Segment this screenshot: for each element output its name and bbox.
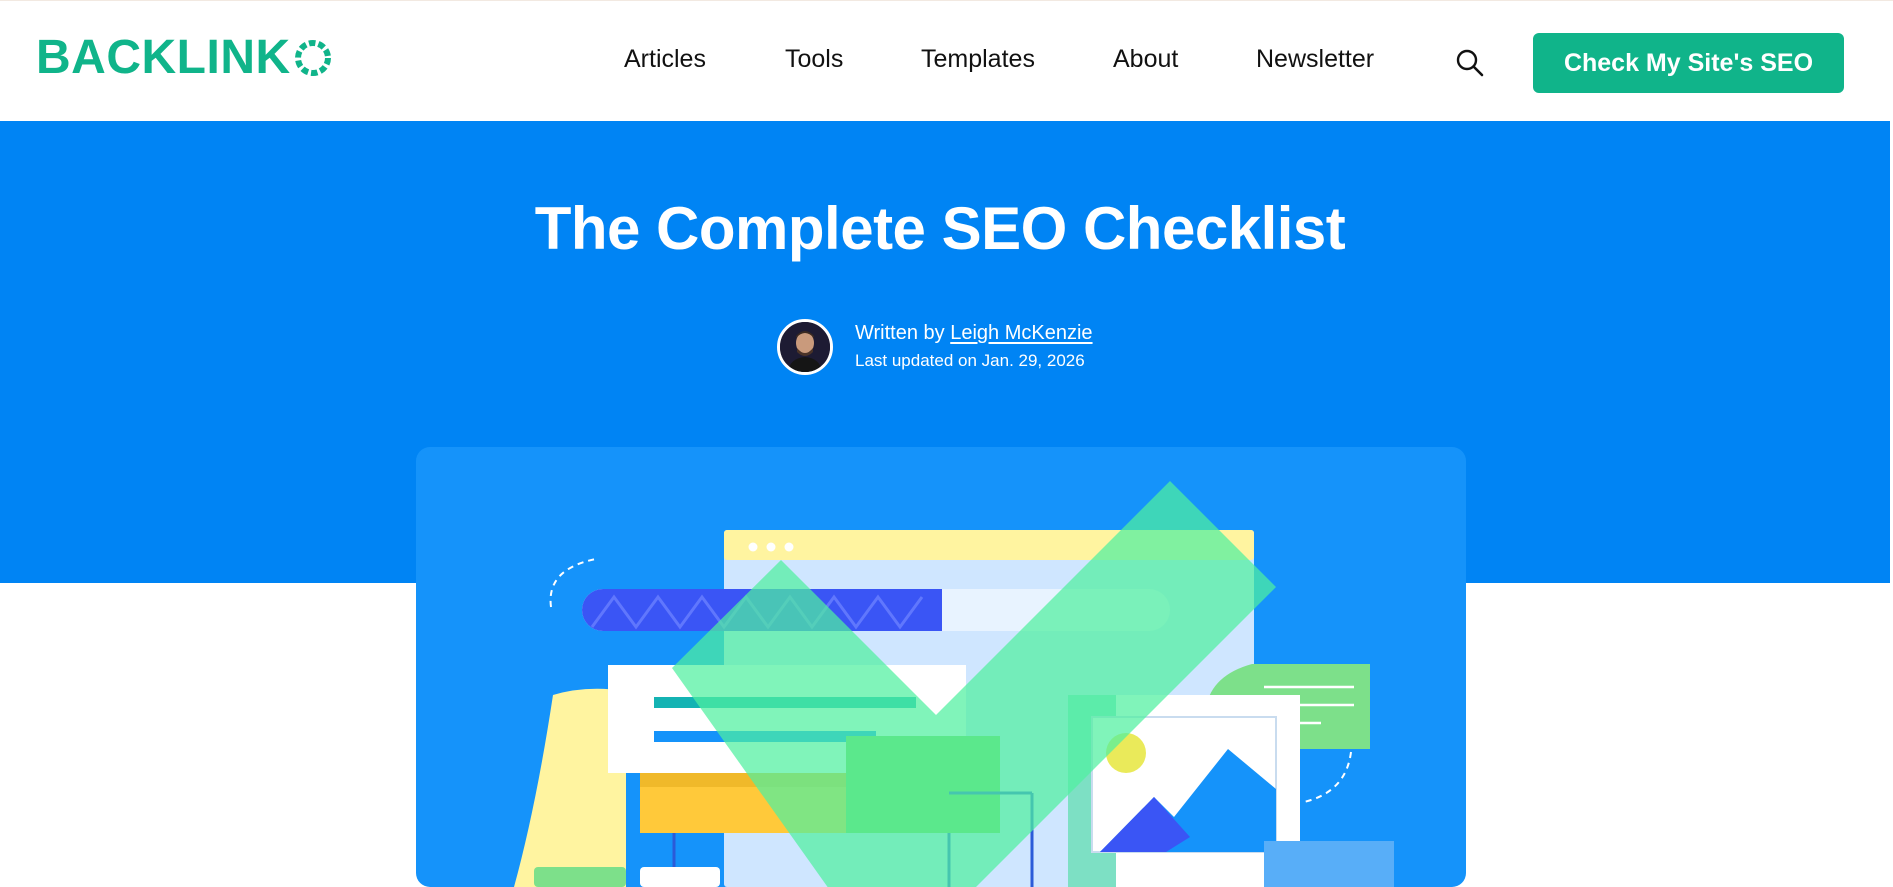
check-my-site-seo-button[interactable]: Check My Site's SEO bbox=[1533, 33, 1844, 93]
search-icon bbox=[1456, 49, 1484, 77]
author-photo bbox=[780, 322, 830, 372]
nav-articles[interactable]: Articles bbox=[624, 45, 706, 74]
author-avatar[interactable] bbox=[777, 319, 833, 375]
nav-about[interactable]: About bbox=[1113, 45, 1178, 74]
written-by-line: Written by Leigh McKenzie bbox=[855, 320, 1093, 346]
nav-newsletter[interactable]: Newsletter bbox=[1256, 45, 1374, 74]
backlinko-logo[interactable]: BACKLINK bbox=[36, 31, 333, 84]
logo-o-icon bbox=[294, 40, 331, 76]
author-name-link[interactable]: Leigh McKenzie bbox=[950, 322, 1092, 344]
nav-tools[interactable]: Tools bbox=[785, 45, 843, 74]
site-header: BACKLINK Articles Tools Templates About … bbox=[0, 0, 1893, 121]
logo-text: BACKLINK bbox=[36, 31, 291, 84]
last-updated: Last updated on Jan. 29, 2026 bbox=[855, 351, 1085, 370]
nav-templates[interactable]: Templates bbox=[921, 45, 1035, 74]
search-button[interactable] bbox=[1455, 48, 1485, 78]
seo-checklist-illustration bbox=[514, 481, 1394, 887]
written-by-label: Written by bbox=[855, 322, 945, 344]
page-title: The Complete SEO Checklist bbox=[534, 195, 1346, 262]
hero-illustration bbox=[416, 447, 1466, 887]
author-meta: Written by Leigh McKenzie Last updated o… bbox=[855, 320, 1093, 374]
author-byline: Written by Leigh McKenzie Last updated o… bbox=[777, 318, 1093, 376]
